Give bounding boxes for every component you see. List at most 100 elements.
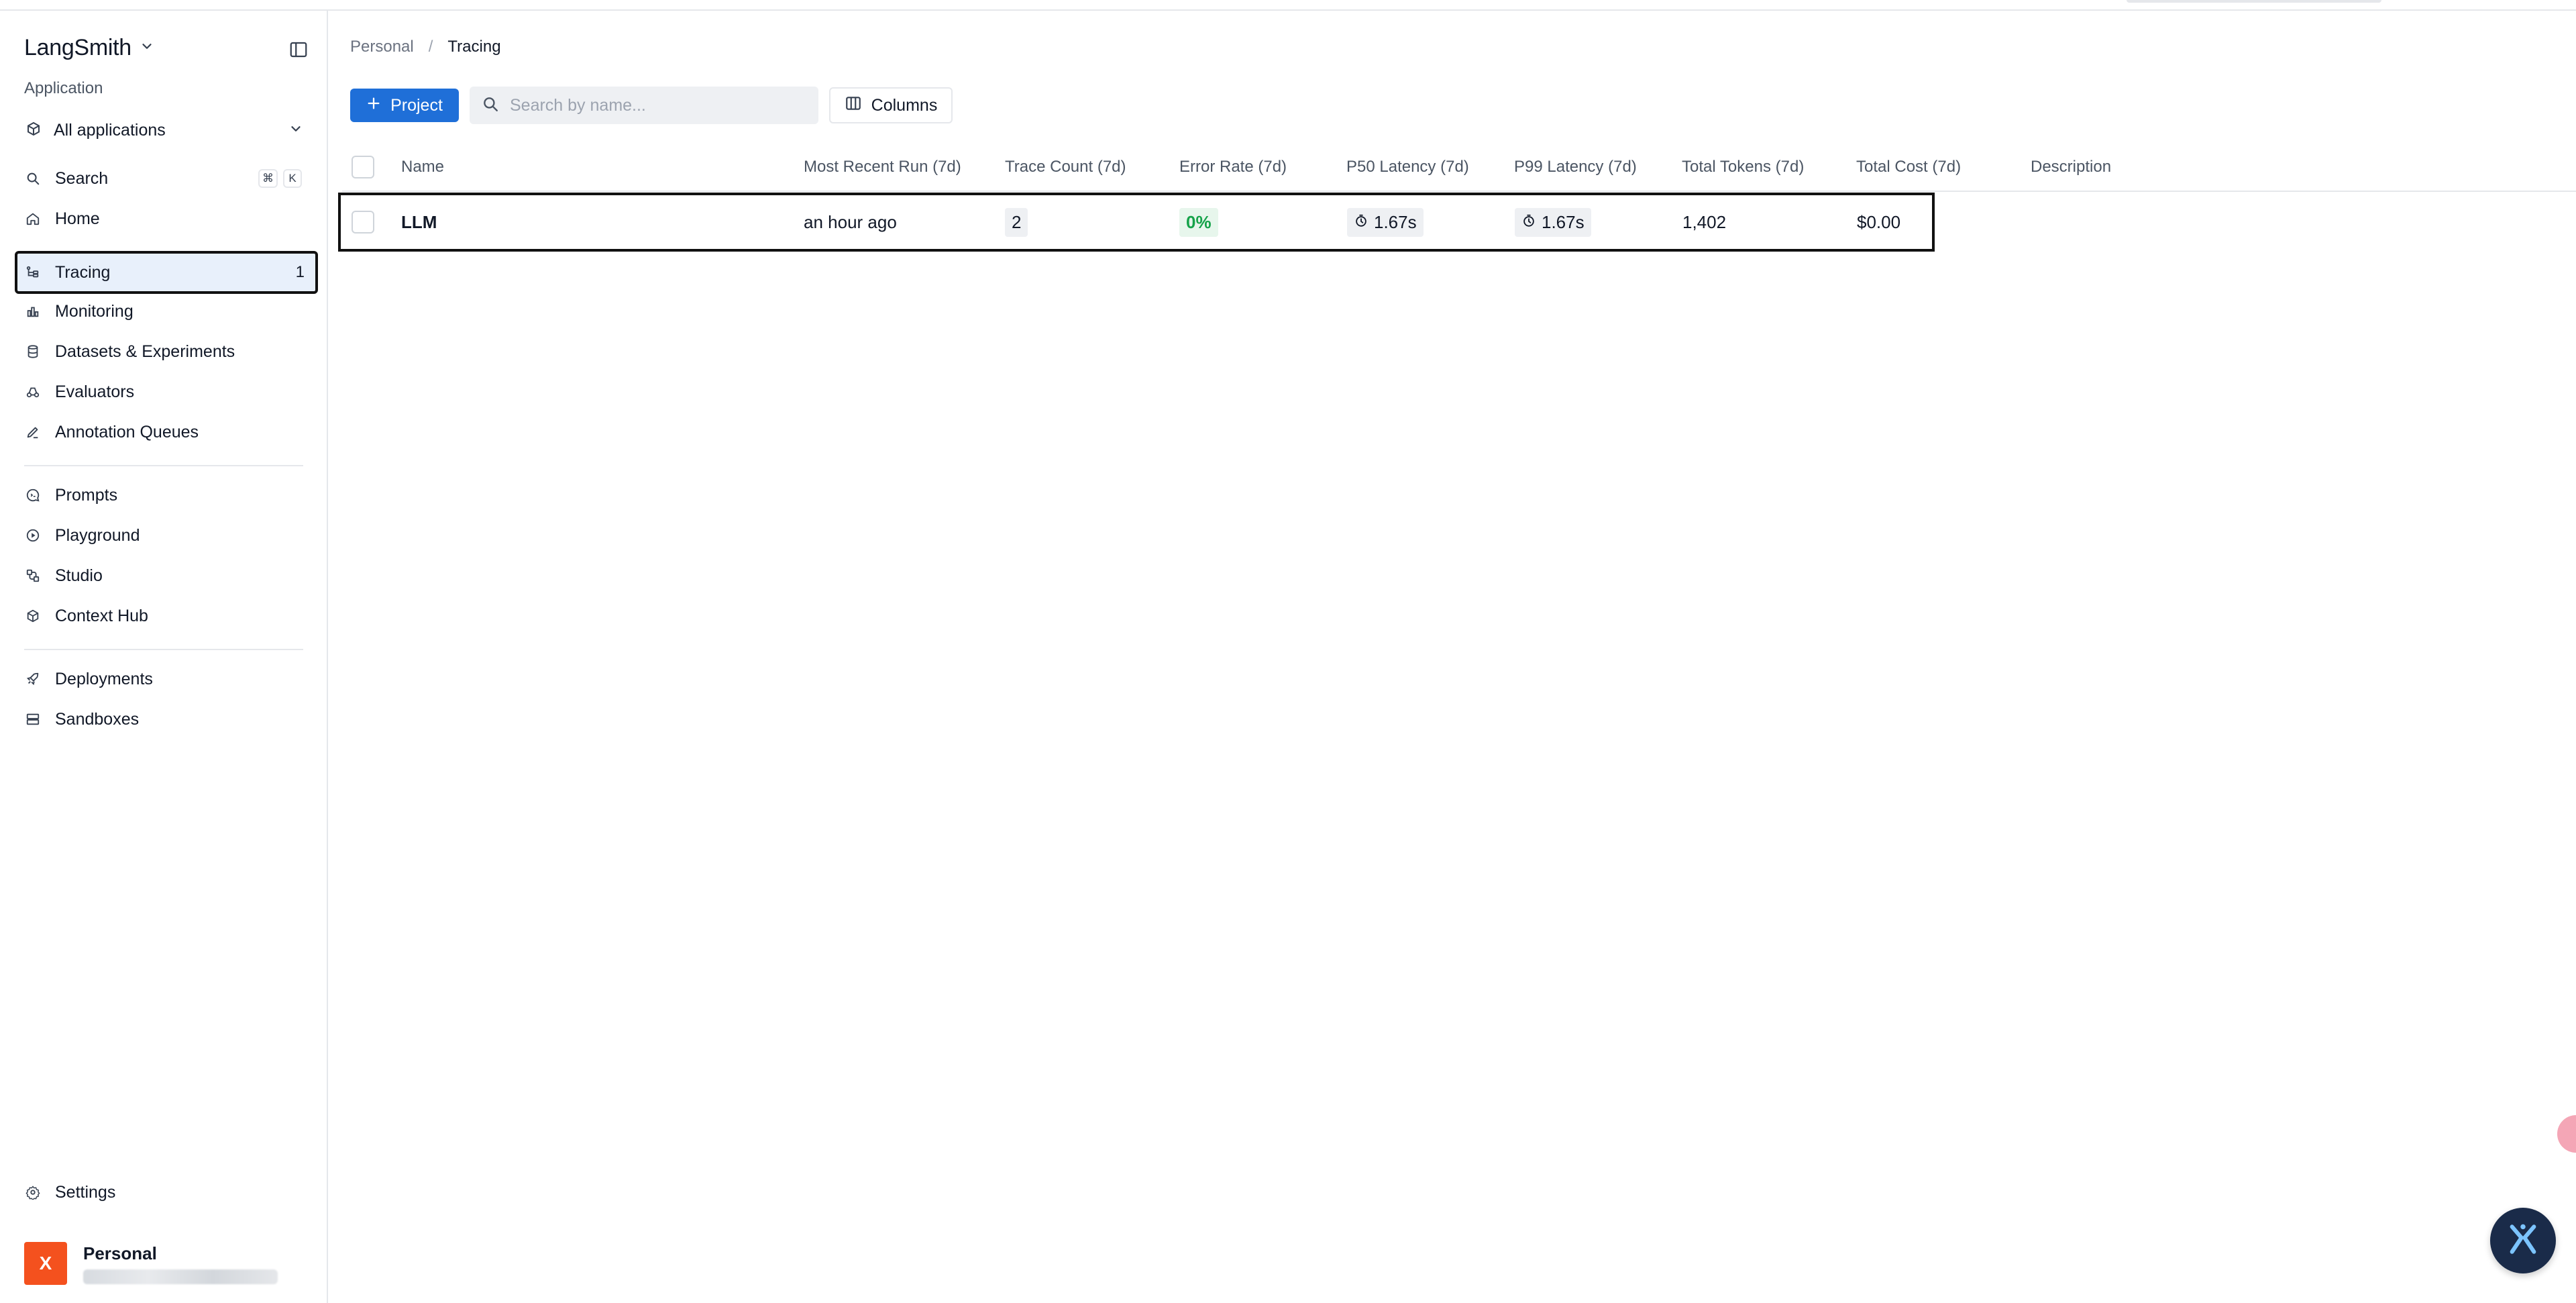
database-icon: [24, 343, 42, 360]
chevron-down-icon: [288, 121, 303, 140]
select-all-cell: [352, 142, 374, 192]
total-cost-cell: $0.00: [1857, 211, 1901, 232]
brand-name: LangSmith: [24, 35, 131, 60]
sparkle-icon: [2504, 1220, 2542, 1261]
section-label-application: Application: [24, 79, 103, 97]
apps-icon: [25, 121, 42, 140]
stopwatch-icon: [1354, 212, 1368, 233]
sidebar-item-label: Monitoring: [55, 301, 133, 321]
breadcrumb-separator: /: [428, 38, 433, 56]
monitoring-icon: [24, 303, 42, 320]
sidebar-item-context-hub[interactable]: Context Hub: [16, 596, 317, 636]
server-icon: [24, 711, 42, 728]
error-rate-cell: 0%: [1179, 195, 1218, 249]
sidebar-item-label: Home: [55, 209, 100, 228]
breadcrumb-current: Tracing: [447, 38, 501, 56]
sidebar-item-prompts[interactable]: Prompts: [16, 475, 317, 515]
error-rate-badge: 0%: [1179, 207, 1218, 237]
kbd-key: ⌘: [258, 169, 278, 188]
home-icon: [24, 210, 42, 227]
app-root: LangSmith Application All applications S…: [0, 0, 2576, 1303]
project-name[interactable]: LLM: [401, 195, 437, 249]
sidebar-item-deployments[interactable]: Deployments: [16, 659, 317, 699]
gear-icon: [24, 1184, 42, 1201]
assistant-button[interactable]: [2490, 1208, 2556, 1273]
column-header-most-recent-run[interactable]: Most Recent Run (7d): [804, 142, 961, 192]
stopwatch-icon: [1521, 212, 1536, 233]
brand-switcher[interactable]: LangSmith: [24, 35, 154, 61]
user-name: Personal: [83, 1243, 157, 1263]
p50-latency-value: 1.67s: [1374, 211, 1417, 232]
top-strip: [0, 0, 2576, 11]
row-checkbox[interactable]: [352, 211, 374, 233]
column-header-total-cost[interactable]: Total Cost (7d): [1856, 142, 1961, 192]
new-project-button[interactable]: Project: [350, 89, 459, 122]
sidebar-item-label: Evaluators: [55, 382, 135, 401]
sidebar-item-monitoring[interactable]: Monitoring: [16, 291, 317, 331]
sidebar-item-label: Search: [55, 168, 109, 188]
feedback-tab[interactable]: [2557, 1115, 2576, 1153]
prompts-icon: [24, 486, 42, 504]
chevron-down-icon: [140, 39, 154, 57]
keyboard-shortcut: ⌘ K: [258, 169, 302, 188]
breadcrumb-parent[interactable]: Personal: [350, 38, 414, 56]
sidebar-item-label: Annotation Queues: [55, 422, 199, 441]
sidebar-divider: [24, 649, 303, 650]
top-pill: [2127, 0, 2381, 3]
sidebar-item-datasets[interactable]: Datasets & Experiments: [16, 331, 317, 372]
table-row[interactable]: LLM an hour ago 2 0% 1.67s 1.67s 1,402 $…: [338, 193, 1935, 252]
select-all-checkbox[interactable]: [352, 156, 374, 178]
most-recent-run-cell: an hour ago: [804, 211, 897, 232]
sidebar-item-playground[interactable]: Playground: [16, 515, 317, 556]
p99-latency-badge: 1.67s: [1515, 207, 1591, 237]
pen-icon: [24, 423, 42, 441]
columns-button[interactable]: Columns: [829, 87, 953, 123]
sidebar-item-studio[interactable]: Studio: [16, 556, 317, 596]
sidebar-item-label: Tracing: [55, 262, 111, 282]
sidebar-item-settings[interactable]: Settings: [16, 1172, 317, 1212]
trace-count-cell: 2: [1005, 195, 1028, 249]
sidebar-item-search[interactable]: Search ⌘ K: [16, 158, 317, 199]
p50-latency-cell: 1.67s: [1347, 195, 1424, 249]
columns-label: Columns: [871, 95, 938, 115]
p99-latency-value: 1.67s: [1542, 211, 1585, 232]
sidebar-item-evaluators[interactable]: Evaluators: [16, 372, 317, 412]
plus-icon: [366, 96, 381, 115]
breadcrumb: Personal / Tracing: [350, 38, 501, 56]
column-header-trace-count[interactable]: Trace Count (7d): [1005, 142, 1126, 192]
sidebar-item-label: Datasets & Experiments: [55, 342, 235, 361]
sidebar-item-label: Settings: [55, 1182, 116, 1202]
rocket-icon: [24, 670, 42, 688]
table-header: Name Most Recent Run (7d) Trace Count (7…: [342, 142, 2576, 192]
column-header-total-tokens[interactable]: Total Tokens (7d): [1682, 142, 1804, 192]
sidebar-item-sandboxes[interactable]: Sandboxes: [16, 699, 317, 739]
sidebar-toggle-icon: [288, 40, 309, 63]
project-search: [470, 87, 818, 124]
columns-icon: [845, 95, 862, 117]
sidebar-item-home[interactable]: Home: [16, 199, 317, 239]
column-header-p99-latency[interactable]: P99 Latency (7d): [1514, 142, 1637, 192]
column-header-p50-latency[interactable]: P50 Latency (7d): [1346, 142, 1469, 192]
user-email-redacted: [83, 1269, 278, 1284]
search-input[interactable]: [510, 95, 798, 115]
sidebar-collapse-button[interactable]: [285, 38, 312, 64]
column-header-name[interactable]: Name: [401, 142, 444, 192]
total-tokens-cell: 1,402: [1682, 211, 1727, 232]
sidebar: LangSmith Application All applications S…: [0, 11, 328, 1303]
trace-count-badge: 2: [1005, 207, 1028, 237]
column-header-description[interactable]: Description: [2031, 142, 2111, 192]
evaluators-icon: [24, 383, 42, 401]
sidebar-item-annotation-queues[interactable]: Annotation Queues: [16, 412, 317, 452]
sidebar-item-label: Prompts: [55, 485, 118, 505]
sidebar-item-tracing[interactable]: Tracing 1: [15, 251, 318, 294]
user-menu[interactable]: X Personal: [24, 1242, 278, 1285]
avatar: X: [24, 1242, 67, 1285]
application-select[interactable]: All applications: [20, 111, 309, 149]
sidebar-item-label: Sandboxes: [55, 709, 140, 729]
playground-icon: [24, 527, 42, 544]
kbd-key: K: [283, 169, 302, 188]
sidebar-item-label: Studio: [55, 566, 103, 585]
column-header-error-rate[interactable]: Error Rate (7d): [1179, 142, 1287, 192]
new-project-label: Project: [390, 95, 443, 115]
cube-icon: [24, 607, 42, 625]
